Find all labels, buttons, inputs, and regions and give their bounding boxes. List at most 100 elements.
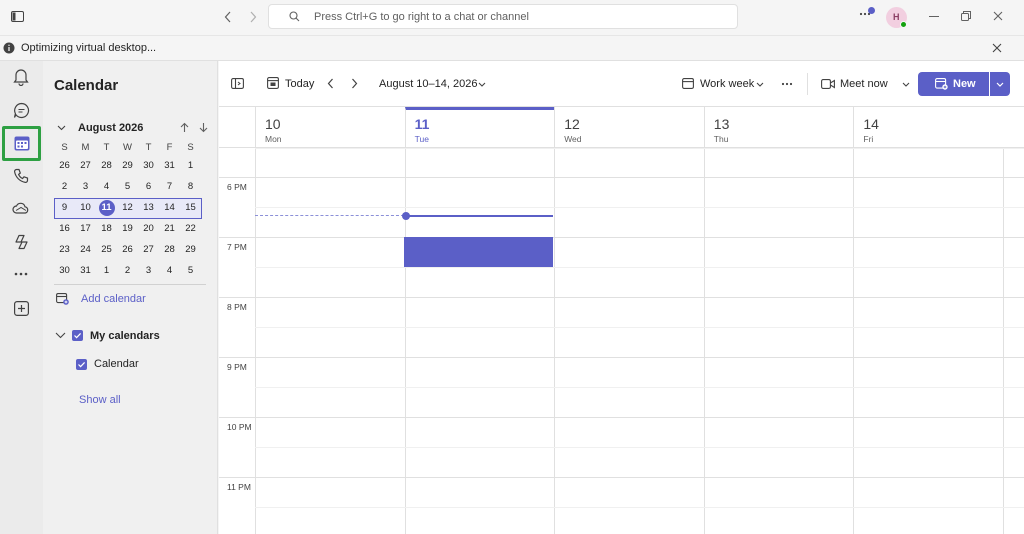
restore-icon[interactable]	[961, 11, 971, 21]
avatar[interactable]: H	[886, 7, 907, 28]
day-name: Wed	[564, 134, 582, 144]
add-apps-icon[interactable]	[4, 293, 38, 323]
hour-label: 6 PM	[227, 182, 247, 192]
today-button[interactable]: Today	[285, 78, 314, 90]
mini-calendar-day[interactable]: 19	[117, 218, 138, 239]
back-arrow-icon[interactable]	[224, 11, 232, 23]
close-window-icon[interactable]	[993, 11, 1003, 21]
mini-calendar-day[interactable]: 9	[54, 197, 75, 218]
onedrive-cloud-icon[interactable]	[4, 193, 38, 223]
mini-calendar-day[interactable]: 27	[138, 239, 159, 260]
new-meeting-button[interactable]: New	[918, 72, 989, 96]
mini-calendar-day[interactable]: 30	[138, 155, 159, 176]
day-header-wed[interactable]: 12 Wed	[554, 107, 704, 148]
meet-now-chevron-icon[interactable]	[902, 82, 910, 87]
mini-calendar-day[interactable]: 29	[180, 239, 201, 260]
toggle-pane-icon[interactable]	[231, 78, 244, 89]
my-calendars-checkbox[interactable]	[72, 330, 83, 341]
mini-calendar-day[interactable]: 15	[180, 197, 201, 218]
mini-calendar-day[interactable]: 7	[159, 176, 180, 197]
new-button-label: New	[953, 78, 976, 90]
mini-calendar-day[interactable]: 30	[54, 260, 75, 281]
mini-calendar-day[interactable]: 3	[138, 260, 159, 281]
day-header-fri[interactable]: 14 Fri	[853, 107, 1003, 148]
mini-calendar-day[interactable]: 26	[117, 239, 138, 260]
today-calendar-icon	[267, 77, 279, 89]
toolbar-more-icon[interactable]	[781, 82, 793, 86]
show-all-link[interactable]: Show all	[79, 394, 121, 406]
mini-calendar-day[interactable]: 5	[117, 176, 138, 197]
mini-calendar-day[interactable]: 11	[96, 197, 117, 218]
mini-calendar-day[interactable]: 25	[96, 239, 117, 260]
search-input[interactable]: Press Ctrl+G to go right to a chat or ch…	[268, 4, 738, 29]
mini-calendar-day[interactable]: 2	[54, 176, 75, 197]
chat-icon[interactable]	[4, 95, 38, 125]
day-name: Fri	[863, 134, 874, 144]
mini-calendar-day[interactable]: 5	[180, 260, 201, 281]
previous-month-icon[interactable]	[180, 122, 189, 133]
more-apps-icon[interactable]	[4, 259, 38, 289]
mini-calendar-day[interactable]: 22	[180, 218, 201, 239]
mini-calendar-day[interactable]: 20	[138, 218, 159, 239]
mini-calendar-day[interactable]: 28	[96, 155, 117, 176]
mini-calendar-day[interactable]: 1	[96, 260, 117, 281]
mini-calendar-day[interactable]: 1	[180, 155, 201, 176]
sidebar-toggle-icon[interactable]	[11, 11, 24, 22]
collapse-chevron-icon[interactable]	[57, 125, 66, 131]
add-calendar-link[interactable]: Add calendar	[81, 293, 146, 305]
mini-calendar-day[interactable]: 2	[117, 260, 138, 281]
mini-calendar-day[interactable]: 23	[54, 239, 75, 260]
date-range-chevron-icon[interactable]	[478, 82, 486, 87]
mini-calendar-day[interactable]: 14	[159, 197, 180, 218]
mini-calendar-day[interactable]: 3	[75, 176, 96, 197]
calendar-app-icon[interactable]	[2, 126, 41, 161]
meet-now-button[interactable]: Meet now	[840, 78, 888, 90]
day-header-tue[interactable]: 11 Tue	[404, 107, 555, 148]
view-chevron-icon[interactable]	[756, 82, 764, 87]
minimize-icon[interactable]	[929, 16, 939, 18]
hour-label: 8 PM	[227, 302, 247, 312]
day-header-row: 10 Mon 11 Tue 12 Wed 13 Thu 14 Fri	[219, 107, 1024, 148]
calls-phone-icon[interactable]	[4, 161, 38, 191]
info-icon	[3, 42, 15, 54]
activity-bell-icon[interactable]	[4, 62, 38, 92]
calendar-checkbox[interactable]	[76, 359, 87, 370]
mini-calendar-day[interactable]: 10	[75, 197, 96, 218]
day-header-mon[interactable]: 10 Mon	[255, 107, 405, 148]
previous-week-icon[interactable]	[327, 78, 334, 89]
mini-calendar-day[interactable]: 24	[75, 239, 96, 260]
mini-calendar-day[interactable]: 18	[96, 218, 117, 239]
mini-calendar-day[interactable]: 31	[75, 260, 96, 281]
mini-calendar-day[interactable]: 26	[54, 155, 75, 176]
forward-arrow-icon[interactable]	[249, 11, 257, 23]
mini-calendar-day[interactable]: 31	[159, 155, 180, 176]
date-range-picker[interactable]: August 10–14, 2026	[379, 78, 477, 90]
video-camera-icon	[821, 79, 835, 89]
mini-calendar-day[interactable]: 8	[180, 176, 201, 197]
work-week-icon	[682, 78, 694, 89]
my-calendars-chevron-icon[interactable]	[55, 332, 66, 339]
calendar-event-block[interactable]	[404, 237, 553, 267]
hour-label: 7 PM	[227, 242, 247, 252]
new-dropdown-button[interactable]	[990, 72, 1010, 96]
mini-calendar-day[interactable]: 13	[138, 197, 159, 218]
copilot-icon[interactable]	[4, 227, 38, 257]
mini-calendar-day[interactable]: 4	[96, 176, 117, 197]
day-header-thu[interactable]: 13 Thu	[703, 107, 854, 148]
mini-calendar-day[interactable]: 17	[75, 218, 96, 239]
mini-calendar-day[interactable]: 21	[159, 218, 180, 239]
mini-calendar-day[interactable]: 27	[75, 155, 96, 176]
new-dropdown-chevron-icon	[996, 82, 1004, 87]
calendar-item-label[interactable]: Calendar	[94, 358, 139, 370]
next-month-icon[interactable]	[199, 122, 208, 133]
mini-calendar-day[interactable]: 16	[54, 218, 75, 239]
mini-calendar-day[interactable]: 29	[117, 155, 138, 176]
mini-calendar-day[interactable]: 28	[159, 239, 180, 260]
view-switcher[interactable]: Work week	[700, 78, 754, 90]
mini-calendar-day[interactable]: 6	[138, 176, 159, 197]
day-number: 11	[414, 116, 430, 132]
mini-calendar-day[interactable]: 12	[117, 197, 138, 218]
mini-calendar-day[interactable]: 4	[159, 260, 180, 281]
next-week-icon[interactable]	[351, 78, 358, 89]
close-banner-icon[interactable]	[992, 43, 1002, 53]
